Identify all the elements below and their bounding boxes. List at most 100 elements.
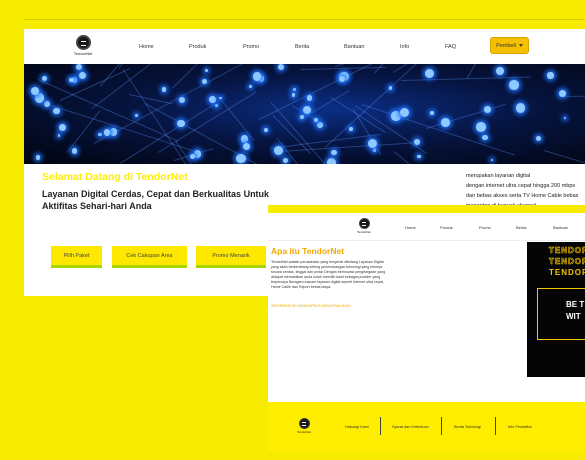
fiber-light-dot <box>236 153 246 164</box>
fiber-light-dot <box>349 126 354 131</box>
welcome-heading: Selamat Datang di TendorNet <box>42 171 188 183</box>
fiber-light-dot <box>331 149 337 156</box>
fiber-light-dot <box>424 68 434 78</box>
fiber-light-dot <box>71 148 78 154</box>
fiber-light-dot <box>430 110 435 115</box>
fiber-light-dot <box>252 72 262 81</box>
fiber-light-dot <box>57 134 60 137</box>
nav-info[interactable]: Info <box>400 44 409 50</box>
fiber-light-dot <box>202 79 207 84</box>
fiber-strand <box>394 151 454 164</box>
description-line: dengan internet ultra cepat hingga 200 m… <box>466 183 576 189</box>
fiber-light-dot <box>215 103 219 108</box>
about-more-link[interactable]: INFORMASI SELENGKAPNYA MENGENAI KAMI <box>271 304 391 309</box>
fiber-light-dot <box>496 66 505 75</box>
fiber-light-dot <box>482 134 488 140</box>
fiber-strand <box>301 67 386 71</box>
description-line: dan bebas akses serta TV Home Cable beba… <box>466 193 579 199</box>
top-divider <box>24 19 585 20</box>
fiber-light-dot <box>209 95 217 103</box>
nav-promo[interactable]: Promo <box>243 44 259 50</box>
fiber-strand <box>93 64 256 145</box>
nav-home[interactable]: Home <box>139 44 154 50</box>
fiber-light-dot <box>326 158 336 164</box>
brand-logo[interactable]: TendorNet <box>356 218 372 234</box>
description-line: merupakan layanan digital <box>466 173 531 179</box>
fiber-light-dot <box>43 100 50 108</box>
nav-bantuan[interactable]: Bantuan <box>553 225 568 230</box>
fiber-strand <box>220 99 255 141</box>
banner-line: TENDOR <box>549 257 585 267</box>
fiber-strand <box>426 103 506 129</box>
fiber-light-dot <box>372 148 377 153</box>
fiber-light-dot <box>283 158 289 164</box>
pembeli-dropdown-button[interactable]: Pembeli <box>490 37 529 54</box>
fiber-light-dot <box>293 87 297 92</box>
about-window: TendorNet Home Produk Promo Berita Bantu… <box>268 205 585 451</box>
fiber-light-dot <box>58 123 66 131</box>
fiber-light-dot <box>388 86 393 90</box>
footer-berita[interactable]: Berita Teknologi <box>454 425 481 429</box>
nav-berita[interactable]: Berita <box>295 44 309 50</box>
nav-produk[interactable]: Produk <box>440 225 453 230</box>
logo-text: TendorNet <box>297 430 311 434</box>
navbar: TendorNet Home Produk Promo Berita Bantu… <box>24 29 585 64</box>
fiber-strand <box>59 67 131 101</box>
banner-box-line: WIT <box>566 312 581 321</box>
hero-tagline: Layanan Digital Cerdas, Cepat dan Berkua… <box>42 189 270 211</box>
fiber-light-dot <box>291 93 296 97</box>
nav-faq[interactable]: FAQ <box>445 44 456 50</box>
fiber-light-dot <box>161 87 167 92</box>
footer-logo[interactable]: TendorNet <box>296 418 312 434</box>
logo-icon <box>298 418 310 429</box>
footer-divider <box>380 417 381 435</box>
fiber-light-dot <box>41 76 47 82</box>
logo-text: TendorNet <box>357 230 371 234</box>
banner-line: TENDOR <box>549 268 585 277</box>
footer-info-pendaftar[interactable]: Info Pendaftar <box>508 425 532 429</box>
fiber-light-dot <box>98 132 103 137</box>
fiber-strand <box>171 64 287 89</box>
nav-produk[interactable]: Produk <box>189 44 206 50</box>
banner-box: BE T WIT <box>537 288 585 340</box>
fiber-light-dot <box>307 95 313 101</box>
nav-promo[interactable]: Promo <box>479 225 491 230</box>
about-body: TendorNet adalah perusahaan yang bergera… <box>271 260 386 289</box>
fiber-light-dot <box>79 72 87 80</box>
banner-box-line: BE T <box>566 300 585 309</box>
fiber-light-dot <box>75 64 82 70</box>
fiber-light-dot <box>109 128 117 136</box>
nav-home[interactable]: Home <box>405 225 416 230</box>
nav-bantuan[interactable]: Bantuan <box>344 44 365 50</box>
pilih-paket-button[interactable]: Pilih Paket <box>51 246 102 268</box>
fiber-light-dot <box>484 105 492 113</box>
banner-line: TENDOR <box>549 246 585 256</box>
fiber-light-dot <box>204 69 208 73</box>
fiber-light-dot <box>563 116 567 120</box>
nav-berita[interactable]: Berita <box>516 225 526 230</box>
promo-menarik-button[interactable]: Promo Menarik <box>196 246 266 268</box>
fiber-light-dot <box>476 122 486 133</box>
footer-hubungi-kami[interactable]: Hubungi Kami <box>345 425 369 429</box>
fiber-light-dot <box>338 75 346 83</box>
top-strip <box>268 205 585 213</box>
fiber-light-dot <box>414 138 420 145</box>
about-title: Apa itu TendorNet <box>271 246 345 256</box>
fiber-strand <box>66 110 101 153</box>
fiber-light-dot <box>299 114 304 119</box>
fiber-strand <box>543 150 585 164</box>
footer: TendorNet Hubungi Kami Syarat dan Ketent… <box>268 402 585 451</box>
fiber-light-dot <box>243 142 251 150</box>
fiber-light-dot <box>440 118 450 127</box>
promo-banner[interactable]: TENDOR TENDOR TENDOR BE T WIT <box>527 242 585 377</box>
fiber-strand <box>175 140 275 164</box>
fiber-light-dot <box>31 87 40 95</box>
fiber-light-dot <box>515 103 526 114</box>
cek-cakupan-button[interactable]: Cek Cakupan Area <box>112 246 187 268</box>
fiber-strand <box>352 108 382 156</box>
fiber-light-dot <box>35 155 41 160</box>
brand-logo[interactable]: TendorNet <box>70 35 96 56</box>
footer-syarat[interactable]: Syarat dan Ketentuan <box>392 425 429 429</box>
fiber-light-dot <box>509 79 519 90</box>
fiber-light-dot <box>189 154 195 160</box>
